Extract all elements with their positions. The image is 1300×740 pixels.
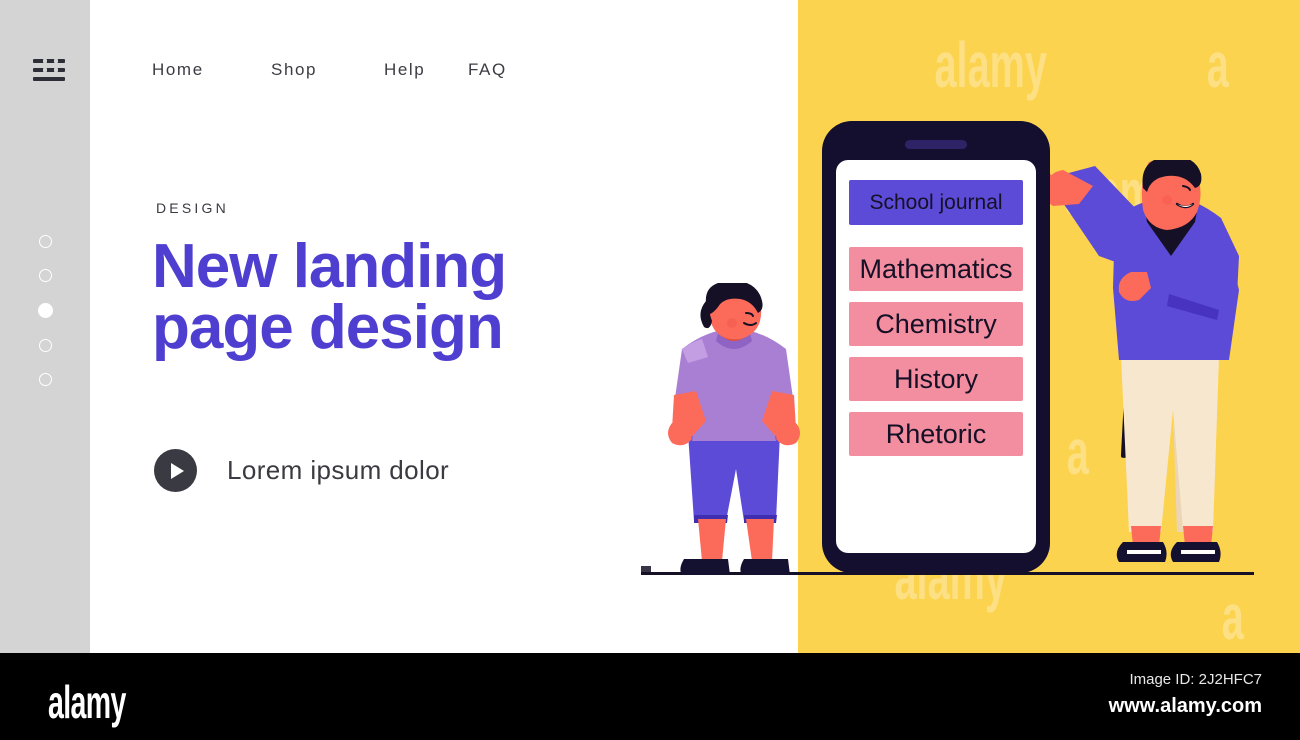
alamy-logo: alamy bbox=[48, 676, 126, 728]
page-title: New landing page design bbox=[152, 232, 672, 363]
headline-line-1: New landing bbox=[152, 232, 507, 301]
standing-student-figure bbox=[668, 283, 800, 575]
video-cta-label: Lorem ipsum dolor bbox=[227, 455, 450, 485]
menu-item-history[interactable]: History bbox=[849, 357, 1023, 401]
slide-dot-2[interactable] bbox=[38, 269, 52, 282]
watermark-text: a bbox=[766, 156, 789, 228]
teacher-with-pointer-figure bbox=[1043, 160, 1239, 562]
hamburger-icon[interactable] bbox=[33, 58, 65, 88]
slide-indicator-dots bbox=[0, 235, 90, 407]
nav-item-faq[interactable]: FAQ bbox=[468, 60, 528, 80]
phone-speaker bbox=[905, 140, 967, 149]
alamy-website-label: www.alamy.com bbox=[1108, 695, 1262, 717]
slide-dot-1[interactable] bbox=[38, 235, 52, 248]
left-sidebar-rail bbox=[0, 0, 90, 653]
slide-dot-5[interactable] bbox=[38, 373, 52, 386]
nav-item-shop[interactable]: Shop bbox=[271, 60, 384, 80]
nav-item-help[interactable]: Help bbox=[384, 60, 468, 80]
main-navigation: Home Shop Help FAQ bbox=[152, 60, 528, 80]
nav-item-home[interactable]: Home bbox=[152, 60, 271, 80]
slide-dot-3[interactable] bbox=[37, 303, 53, 318]
menu-item-mathematics[interactable]: Mathematics bbox=[849, 247, 1023, 291]
menu-item-chemistry[interactable]: Chemistry bbox=[849, 302, 1023, 346]
phone-mockup: School journal Mathematics Chemistry His… bbox=[822, 121, 1050, 573]
landing-page-mockup: alamy a a alamy a a alamy a a Home bbox=[0, 0, 1300, 653]
screenshot-root: alamy a a alamy a a alamy a a Home bbox=[0, 0, 1300, 740]
menu-item-school-journal[interactable]: School journal bbox=[849, 180, 1023, 225]
menu-item-rhetoric[interactable]: Rhetoric bbox=[849, 412, 1023, 456]
headline-line-2: page design bbox=[152, 293, 504, 363]
phone-screen: School journal Mathematics Chemistry His… bbox=[836, 160, 1036, 553]
image-id-label: Image ID: 2J2HFC7 bbox=[1129, 671, 1262, 688]
alamy-watermark-bar: alamy Image ID: 2J2HFC7 www.alamy.com bbox=[0, 653, 1300, 740]
play-icon[interactable] bbox=[154, 449, 197, 492]
slide-dot-4[interactable] bbox=[38, 339, 52, 352]
hero-eyebrow: DESIGN bbox=[156, 200, 229, 216]
video-cta[interactable]: Lorem ipsum dolor bbox=[154, 449, 449, 492]
